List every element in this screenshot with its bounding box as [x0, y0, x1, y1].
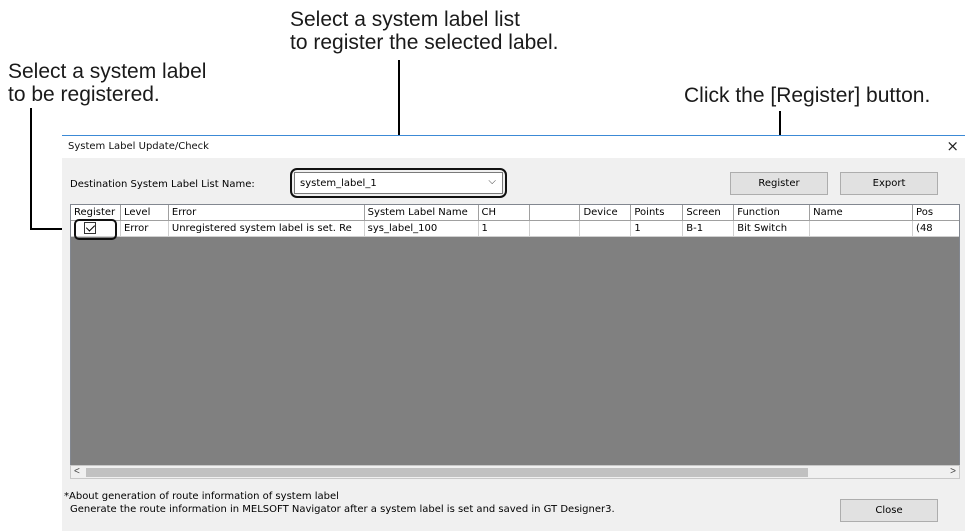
points-cell: 1 — [631, 221, 684, 237]
error-cell: Unregistered system label is set. Re — [168, 221, 365, 237]
name-cell — [810, 221, 914, 237]
device-cell — [580, 221, 632, 237]
table-row[interactable]: Error Unregistered system label is set. … — [71, 221, 959, 237]
dialog-title: System Label Update/Check — [68, 141, 209, 152]
ch-cell: 1 — [478, 221, 531, 237]
title-bar: System Label Update/Check × — [62, 136, 965, 158]
column-header-screen[interactable]: Screen — [683, 205, 735, 221]
error-grid[interactable]: Register Level Error System Label Name C… — [70, 204, 960, 479]
callout-top-line1: Select a system label list — [290, 8, 520, 31]
register-button[interactable]: Register — [730, 172, 828, 195]
chevron-left-icon[interactable]: < — [74, 466, 80, 477]
chevron-right-icon[interactable]: > — [950, 466, 956, 477]
grid-header: Register Level Error System Label Name C… — [71, 205, 959, 221]
destination-list-label: Destination System Label List Name: — [70, 179, 255, 190]
close-icon[interactable]: × — [946, 137, 959, 155]
export-button[interactable]: Export — [840, 172, 938, 195]
callout-left-line2: to be registered. — [8, 83, 160, 106]
checkbox-highlight-box — [74, 219, 117, 240]
route-info-note-body: Generate the route information in MELSOF… — [70, 504, 615, 515]
system-label-update-dialog: System Label Update/Check × Destination … — [62, 135, 965, 531]
column-header-name[interactable]: Name — [810, 205, 914, 221]
select-highlight-box — [290, 168, 507, 198]
column-header-ch[interactable]: CH — [478, 205, 531, 221]
column-header-function[interactable]: Function — [734, 205, 811, 221]
scrollbar-thumb[interactable] — [86, 468, 808, 477]
function-cell: Bit Switch — [734, 221, 811, 237]
close-button[interactable]: Close — [840, 499, 938, 522]
callout-select-list: Select a system label list to register t… — [290, 8, 670, 54]
system-label-name-cell: sys_label_100 — [364, 221, 479, 237]
horizontal-scrollbar[interactable]: < > — [70, 465, 960, 479]
pos-cell: (48 — [913, 221, 959, 237]
column-header-points[interactable]: Points — [631, 205, 684, 221]
callout-left-line1: Select a system label — [8, 60, 207, 83]
column-header-blank[interactable] — [530, 205, 581, 221]
blank-cell — [530, 221, 581, 237]
leader-line-left-v — [30, 108, 32, 230]
callout-select-label: Select a system label to be registered. — [8, 60, 206, 106]
column-header-device[interactable]: Device — [580, 205, 632, 221]
column-header-system-label-name[interactable]: System Label Name — [364, 205, 479, 221]
callout-click-register: Click the [Register] button. — [684, 84, 931, 107]
level-cell: Error — [120, 221, 169, 237]
route-info-note-title: *About generation of route information o… — [64, 491, 339, 502]
column-header-error[interactable]: Error — [168, 205, 365, 221]
screen-cell: B-1 — [683, 221, 735, 237]
column-header-pos[interactable]: Pos — [913, 205, 959, 221]
callout-top-line2: to register the selected label. — [290, 31, 559, 54]
column-header-level[interactable]: Level — [120, 205, 169, 221]
